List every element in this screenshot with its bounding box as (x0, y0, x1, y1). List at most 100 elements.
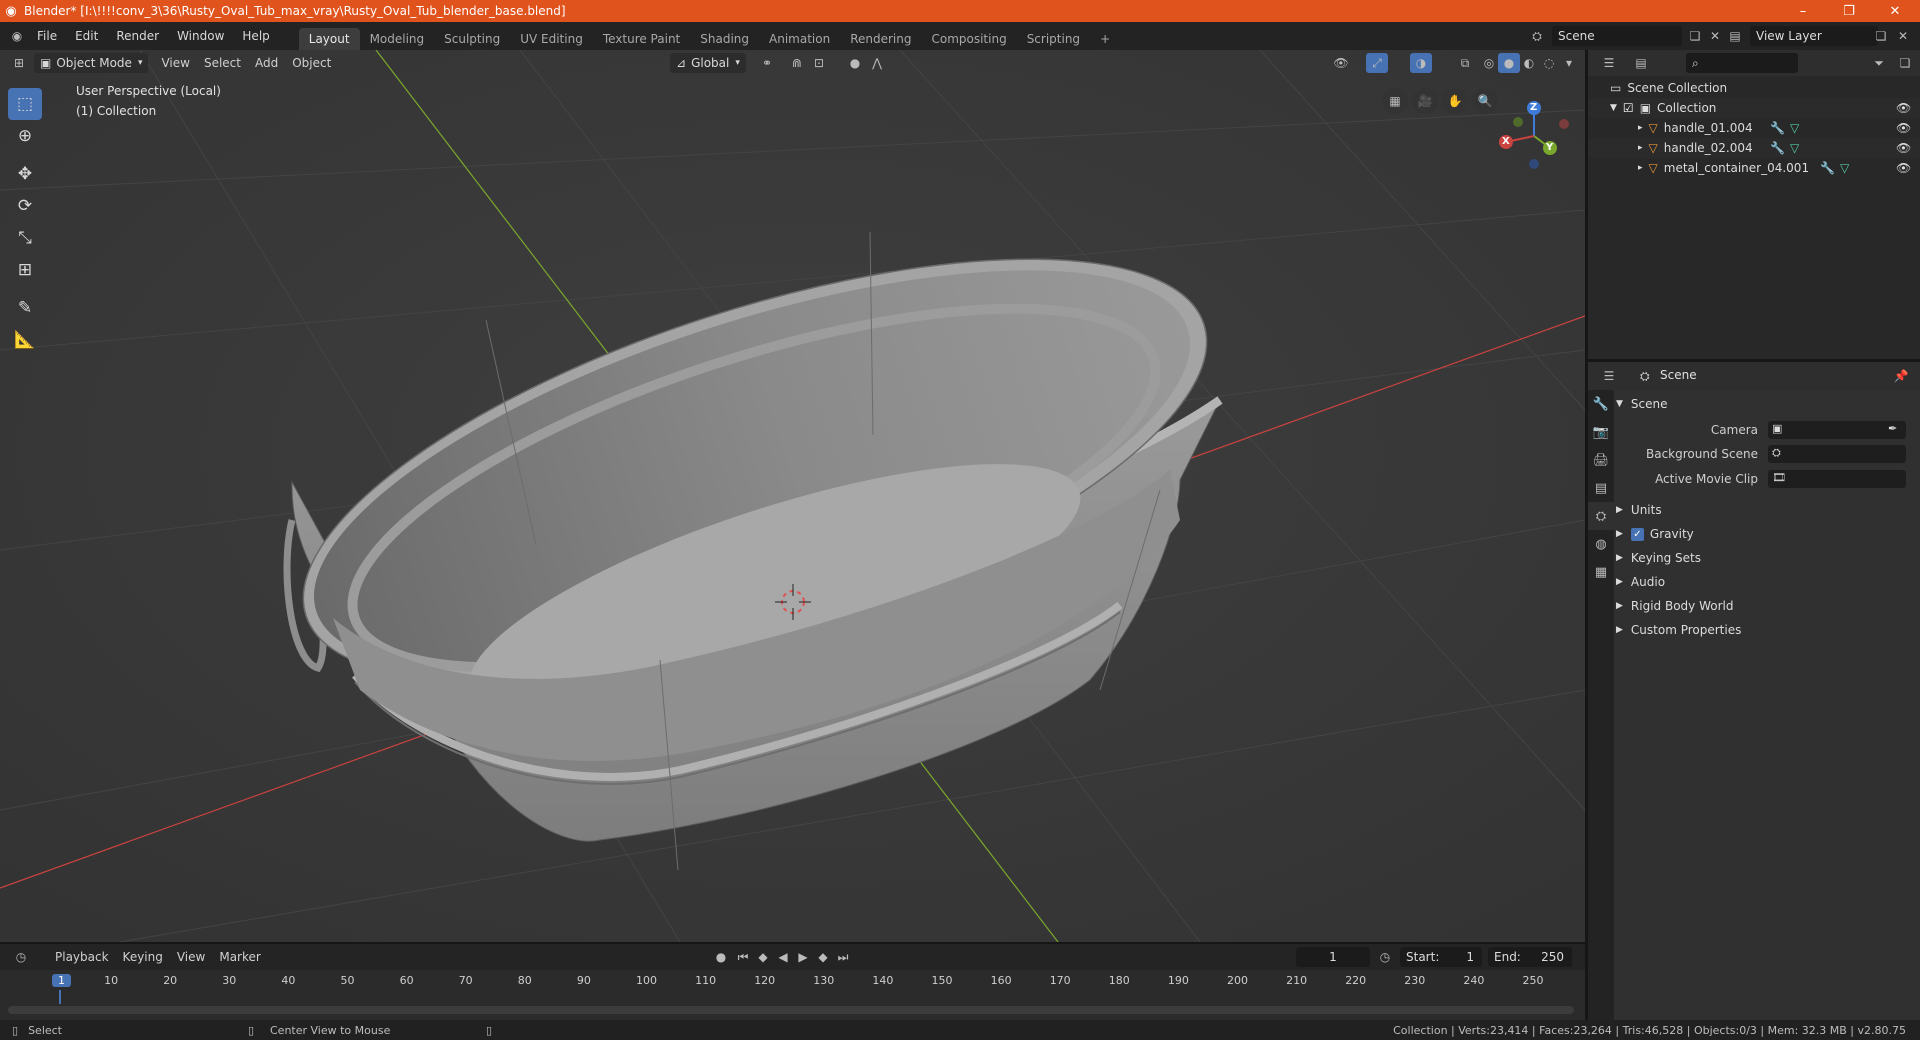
new-view-layer-icon[interactable]: ❏ (1870, 26, 1892, 46)
expand-arrow-icon[interactable]: ▼ (1610, 103, 1617, 113)
transform-tool-icon[interactable]: ⊞ (8, 254, 42, 286)
rotate-tool-icon[interactable]: ⟳ (8, 190, 42, 222)
expand-arrow-icon[interactable]: ▸ (1638, 123, 1643, 133)
frame-ruler[interactable]: 1 10 20 30 40 50 60 70 80 90 100 110 120 130 140 150 160… (0, 972, 1585, 1004)
properties-editor-type-icon[interactable]: ☰ (1598, 366, 1620, 386)
view-layer-field[interactable]: View Layer (1750, 26, 1878, 46)
keying-sets-panel-header[interactable]: ▶ Keying Sets (1616, 546, 1701, 570)
snap-target-icon[interactable]: ⊡ (808, 53, 830, 73)
timeline-menu-keying[interactable]: Keying (116, 947, 170, 967)
tab-texture-paint[interactable]: Texture Paint (593, 28, 690, 50)
blender-menu-icon[interactable]: ◉ (6, 26, 28, 46)
outliner-object-row[interactable]: ▸ ▽ handle_01.004 🔧 ▽ 👁 (1588, 118, 1920, 138)
timeline-editor-type-icon[interactable]: ◷ (10, 947, 32, 967)
gravity-checkbox[interactable]: ✓ (1630, 527, 1644, 541)
transform-orientation-dropdown[interactable]: ⊿ Global ▾ (670, 53, 746, 73)
current-frame-indicator[interactable]: 1 (52, 974, 71, 987)
tab-uv-editing[interactable]: UV Editing (510, 28, 593, 50)
outliner-search-input[interactable]: ⌕ (1686, 53, 1798, 73)
viewport-menu-view[interactable]: View (154, 53, 196, 73)
tab-animation[interactable]: Animation (759, 28, 840, 50)
eye-icon[interactable]: 👁 (1896, 101, 1911, 115)
wireframe-shading-icon[interactable]: ◎ (1478, 53, 1500, 73)
units-panel-header[interactable]: ▶ Units (1616, 498, 1662, 522)
record-button-icon[interactable]: ● (710, 947, 732, 967)
close-button[interactable]: ✕ (1872, 0, 1918, 22)
next-keyframe-icon[interactable]: ◆ (812, 947, 834, 967)
visibility-icon[interactable]: 👁 (1330, 53, 1352, 73)
prev-keyframe-icon[interactable]: ◆ (752, 947, 774, 967)
audio-panel-header[interactable]: ▶ Audio (1616, 570, 1665, 594)
gravity-panel-header[interactable]: ▶ ✓ Gravity (1616, 522, 1694, 546)
menu-window[interactable]: Window (168, 22, 233, 50)
restore-button[interactable]: ❐ (1826, 0, 1872, 22)
viewport-menu-add[interactable]: Add (248, 53, 285, 73)
tab-compositing[interactable]: Compositing (921, 28, 1016, 50)
delete-scene-icon[interactable]: ✕ (1704, 26, 1726, 46)
gizmo-z-label[interactable]: Z (1530, 102, 1537, 113)
move-tool-icon[interactable]: ✥ (8, 158, 42, 190)
camera-view-icon[interactable]: 🎥 (1412, 88, 1438, 114)
texture-tab-icon[interactable]: ▦ (1588, 558, 1614, 586)
scene-selector-icon[interactable]: ⛭ (1526, 26, 1548, 46)
play-reverse-icon[interactable]: ◀ (772, 947, 794, 967)
falloff-icon[interactable]: ⋀ (866, 53, 888, 73)
outliner-collection[interactable]: ▼ ☑ ▣ Collection 👁 (1588, 98, 1920, 118)
mesh-data-icon[interactable]: ▽ (1790, 141, 1799, 155)
expand-arrow-icon[interactable]: ▸ (1638, 143, 1643, 153)
material-shading-icon[interactable]: ◐ (1518, 53, 1540, 73)
mesh-data-icon[interactable]: ▽ (1840, 161, 1849, 175)
timeline-menu-view[interactable]: View (170, 947, 212, 967)
expand-arrow-icon[interactable]: ▸ (1638, 163, 1643, 173)
cursor-tool-icon[interactable]: ⊕ (8, 120, 42, 152)
zoom-view-icon[interactable]: 🔍 (1472, 88, 1498, 114)
3d-viewport[interactable]: Z Y X ⊞ ▣ Object Mode ▾ View Select Add … (0, 50, 1585, 942)
solid-shading-icon[interactable]: ● (1498, 53, 1520, 73)
snap-icon[interactable]: ⋒ (786, 53, 808, 73)
menu-render[interactable]: Render (107, 22, 168, 50)
collection-checkbox[interactable]: ☑ (1623, 101, 1634, 115)
pin-icon[interactable]: 📌 (1890, 366, 1912, 386)
eye-icon[interactable]: 👁 (1896, 141, 1911, 155)
start-frame-field[interactable]: Start: 1 (1400, 947, 1482, 967)
jump-end-icon[interactable]: ⏭ (832, 947, 854, 967)
overlay-toggle-icon[interactable]: ◑ (1410, 53, 1432, 73)
tab-scripting[interactable]: Scripting (1017, 28, 1090, 50)
viewport-menu-select[interactable]: Select (197, 53, 248, 73)
modifier-icon[interactable]: 🔧 (1770, 121, 1785, 135)
scene-field[interactable]: Scene (1552, 26, 1682, 46)
eye-icon[interactable]: 👁 (1896, 161, 1911, 175)
annotate-tool-icon[interactable]: ✎ (8, 292, 42, 324)
minimize-button[interactable]: – (1780, 0, 1826, 22)
new-collection-icon[interactable]: ❏ (1894, 53, 1916, 73)
timeline-editor[interactable]: ◷ Playback Keying View Marker ● ⏮ ◆ ◀ ▶ … (0, 944, 1585, 1020)
active-movie-clip-field[interactable]: 🎞 (1768, 470, 1906, 488)
outliner-object-row[interactable]: ▸ ▽ handle_02.004 🔧 ▽ 👁 (1588, 138, 1920, 158)
mesh-data-icon[interactable]: ▽ (1790, 121, 1799, 135)
shading-options-icon[interactable]: ▾ (1558, 53, 1580, 73)
xray-toggle-icon[interactable]: ⧉ (1454, 53, 1476, 73)
timeline-menu-marker[interactable]: Marker (212, 947, 267, 967)
render-tab-icon[interactable]: 📷 (1588, 418, 1614, 446)
rigid-body-world-panel-header[interactable]: ▶ Rigid Body World (1616, 594, 1733, 618)
rendered-shading-icon[interactable]: ◌ (1538, 53, 1560, 73)
jump-start-icon[interactable]: ⏮ (732, 947, 754, 967)
menu-file[interactable]: File (28, 22, 66, 50)
camera-field[interactable]: ▣ ✒ (1768, 421, 1906, 439)
tab-sculpting[interactable]: Sculpting (434, 28, 510, 50)
scene-panel-header[interactable]: ▼ Scene (1616, 392, 1668, 416)
modifier-icon[interactable]: 🔧 (1770, 141, 1785, 155)
proportional-edit-icon[interactable]: ● (844, 53, 866, 73)
scale-tool-icon[interactable]: ⤡ (8, 222, 42, 254)
timeline-scrollbar[interactable] (8, 1006, 1574, 1014)
view-layer-tab-icon[interactable]: ▤ (1588, 474, 1614, 502)
stopwatch-icon[interactable]: ◷ (1374, 947, 1396, 967)
delete-view-layer-icon[interactable]: ✕ (1892, 26, 1914, 46)
modifier-icon[interactable]: 🔧 (1820, 161, 1835, 175)
outliner-scene-collection[interactable]: ▭ Scene Collection (1588, 78, 1920, 98)
end-frame-field[interactable]: End: 250 (1488, 947, 1572, 967)
world-tab-icon[interactable]: ◍ (1588, 530, 1614, 558)
object-mode-dropdown[interactable]: ▣ Object Mode ▾ (34, 53, 149, 73)
tab-modeling[interactable]: Modeling (360, 28, 435, 50)
add-workspace-button[interactable]: + (1090, 28, 1120, 50)
